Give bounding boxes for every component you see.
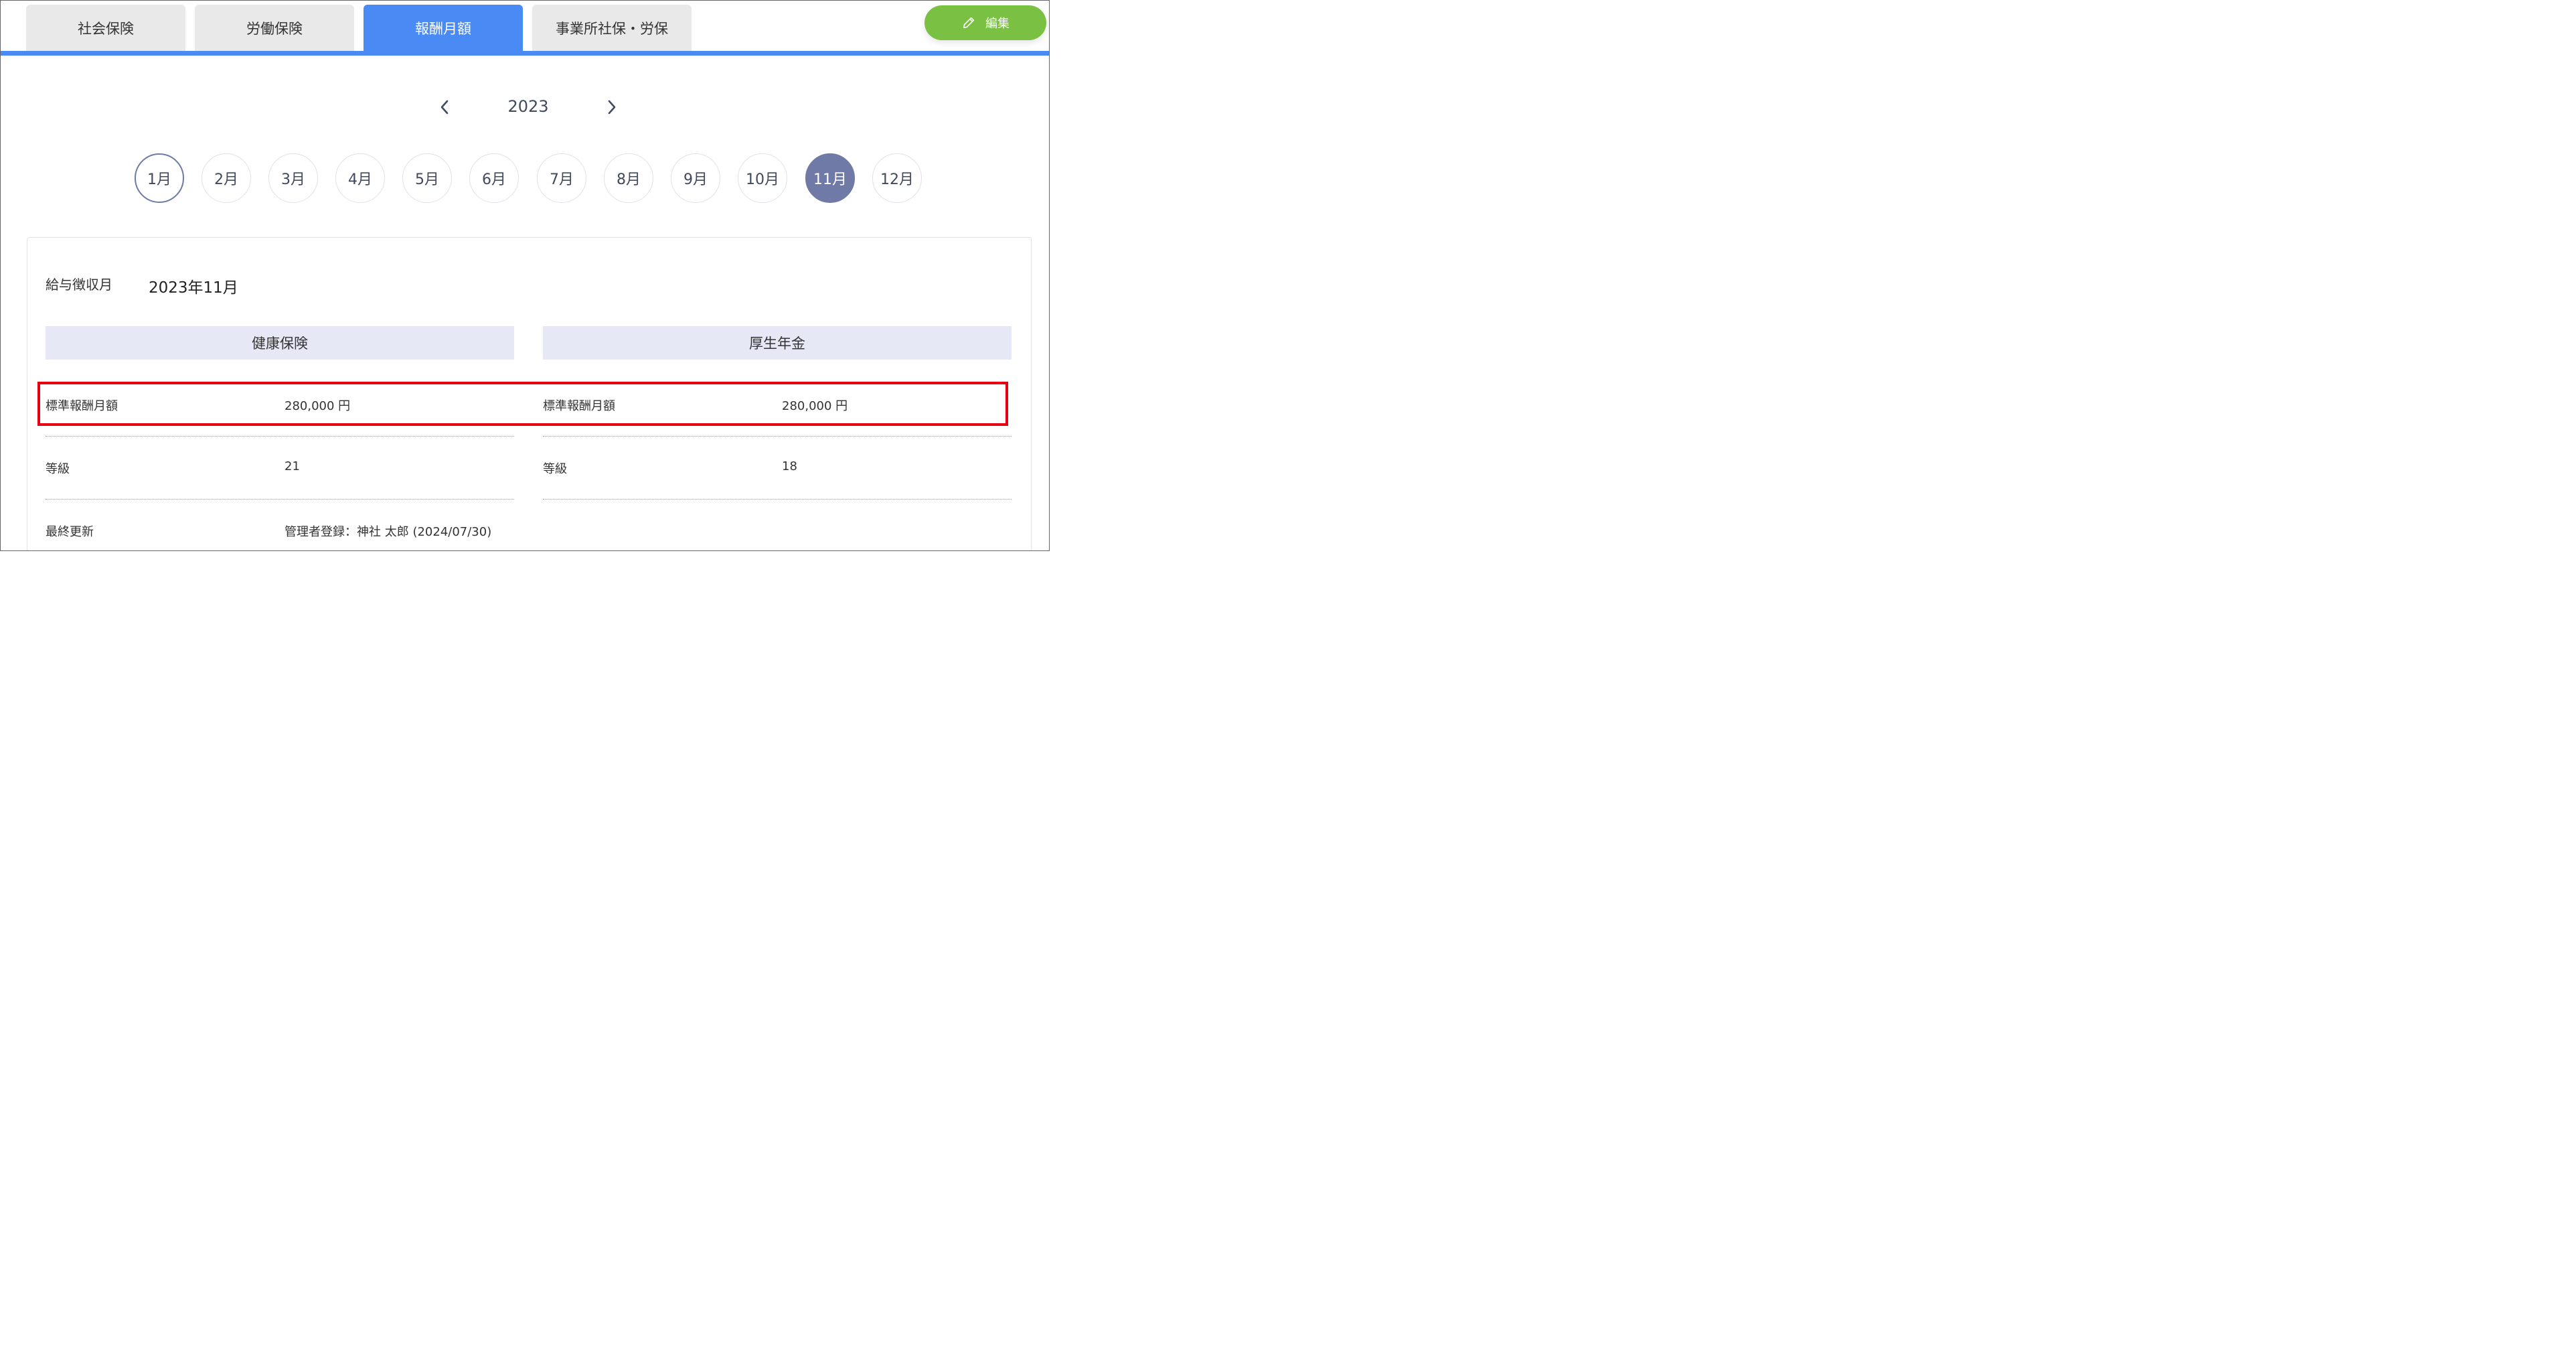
pencil-icon bbox=[963, 17, 975, 29]
health-grade-label: 等級 bbox=[46, 462, 70, 476]
app-frame: 社会保険 労働保険 報酬月額 事業所社保・労保 編集 2023 1月 2月 3月… bbox=[0, 0, 1050, 551]
month-button-2[interactable]: 2月 bbox=[202, 153, 251, 203]
tab-labor-insurance[interactable]: 労働保険 bbox=[195, 5, 354, 52]
last-updated-value: 管理者登録：神社 太郎 (2024/07/30) bbox=[285, 525, 492, 539]
month-button-5[interactable]: 5月 bbox=[402, 153, 452, 203]
pay-month-value: 2023年11月 bbox=[149, 279, 238, 297]
year-prev-button[interactable] bbox=[434, 96, 455, 118]
row-divider bbox=[543, 499, 1012, 500]
month-button-9[interactable]: 9月 bbox=[671, 153, 720, 203]
row-divider bbox=[46, 436, 514, 437]
month-button-10[interactable]: 10月 bbox=[738, 153, 787, 203]
row-divider bbox=[543, 436, 1012, 437]
month-button-6[interactable]: 6月 bbox=[469, 153, 519, 203]
tab-label: 社会保険 bbox=[78, 21, 134, 37]
pension-grade-value: 18 bbox=[782, 459, 797, 473]
health-insurance-header: 健康保険 bbox=[46, 326, 514, 360]
pay-month-label: 給与徴収月 bbox=[46, 277, 112, 293]
month-button-1[interactable]: 1月 bbox=[135, 153, 184, 203]
chevron-left-icon bbox=[440, 100, 449, 115]
year-next-button[interactable] bbox=[602, 96, 622, 118]
month-button-8[interactable]: 8月 bbox=[604, 153, 653, 203]
chevron-right-icon bbox=[608, 100, 616, 115]
tab-label: 事業所社保・労保 bbox=[556, 21, 668, 37]
tab-underline bbox=[1, 51, 1049, 56]
tab-monthly-remuneration[interactable]: 報酬月額 bbox=[364, 5, 523, 52]
edit-button[interactable]: 編集 bbox=[924, 5, 1046, 40]
month-button-3[interactable]: 3月 bbox=[268, 153, 318, 203]
tab-social-insurance[interactable]: 社会保険 bbox=[26, 5, 185, 52]
tab-label: 労働保険 bbox=[246, 21, 303, 37]
month-button-7[interactable]: 7月 bbox=[537, 153, 586, 203]
month-button-12[interactable]: 12月 bbox=[872, 153, 922, 203]
month-button-11[interactable]: 11月 bbox=[805, 153, 855, 203]
pension-header: 厚生年金 bbox=[543, 326, 1012, 360]
last-updated-label: 最終更新 bbox=[46, 525, 94, 539]
highlight-box bbox=[37, 382, 1008, 426]
edit-button-label: 編集 bbox=[985, 17, 1010, 31]
pension-grade-label: 等級 bbox=[543, 462, 567, 476]
tab-office-insurance[interactable]: 事業所社保・労保 bbox=[532, 5, 692, 52]
row-divider bbox=[46, 499, 514, 500]
year-label: 2023 bbox=[507, 97, 549, 116]
month-button-4[interactable]: 4月 bbox=[335, 153, 385, 203]
tab-label: 報酬月額 bbox=[415, 21, 471, 37]
health-grade-value: 21 bbox=[285, 459, 300, 473]
